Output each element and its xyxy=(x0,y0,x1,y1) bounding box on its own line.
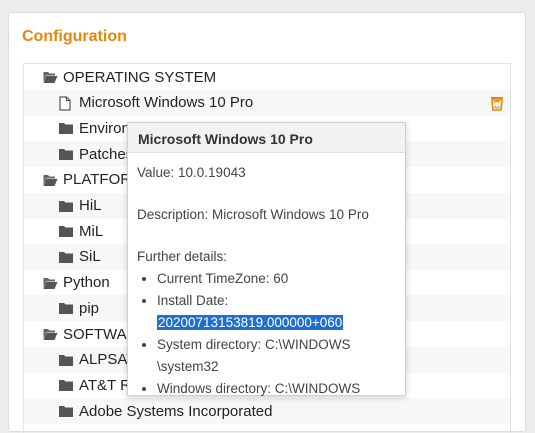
detail-system-directory: System directory: C:\WINDOWS \system32 xyxy=(157,334,396,378)
folder-icon xyxy=(58,378,74,392)
tree-row-label: OPERATING SYSTEM xyxy=(63,68,217,86)
panel-title: Configuration xyxy=(22,28,127,45)
tooltip-value: Value: 10.0.19043 xyxy=(137,165,246,180)
tooltip-details-list: Current TimeZone: 60 Install Date: 20200… xyxy=(137,268,396,400)
detail-windows-directory: Windows directory: C:\WINDOWS xyxy=(157,378,396,400)
tree-row-label: HiL xyxy=(79,197,102,214)
folder-icon xyxy=(58,147,74,161)
system-directory-line1: System directory: C:\WINDOWS xyxy=(157,337,351,352)
install-date-value[interactable]: 20200713153819.000000+060 xyxy=(157,315,344,330)
tree-row-label: Patches xyxy=(79,145,134,163)
tree-row[interactable]: OPERATING SYSTEM xyxy=(24,64,510,90)
details-tooltip: Microsoft Windows 10 Pro Value: 10.0.190… xyxy=(127,122,406,396)
trash-icon[interactable] xyxy=(488,94,506,112)
tree-row-label: pip xyxy=(79,299,100,317)
folder-icon xyxy=(58,224,74,238)
tree-row-label: Python xyxy=(63,274,110,292)
detail-timezone: Current TimeZone: 60 xyxy=(157,268,396,290)
folder-open-icon xyxy=(42,327,58,341)
tree-row[interactable]: Microsoft Windows 10 Pro xyxy=(24,89,510,116)
folder-open-icon xyxy=(42,70,58,84)
tree-row-label: MiL xyxy=(79,222,104,240)
system-directory-line2: \system32 xyxy=(157,359,219,374)
tooltip-further-details: Further details: xyxy=(137,249,228,264)
folder-icon xyxy=(58,404,74,418)
folder-icon xyxy=(58,121,74,135)
folder-icon xyxy=(58,250,74,264)
install-date-label: Install Date: xyxy=(157,293,229,308)
tree-row-label: SiL xyxy=(79,248,101,266)
folder-open-icon xyxy=(42,173,58,187)
folder-icon xyxy=(58,353,74,367)
folder-open-icon xyxy=(42,276,58,290)
tooltip-title: Microsoft Windows 10 Pro xyxy=(128,123,405,153)
tooltip-description: Description: Microsoft Windows 10 Pro xyxy=(137,207,369,222)
file-icon xyxy=(58,96,74,111)
folder-icon xyxy=(58,199,74,213)
detail-install-date: Install Date: 20200713153819.000000+060 xyxy=(157,290,396,334)
folder-icon xyxy=(58,301,74,315)
tree-row-label: Microsoft Windows 10 Pro xyxy=(79,94,254,112)
